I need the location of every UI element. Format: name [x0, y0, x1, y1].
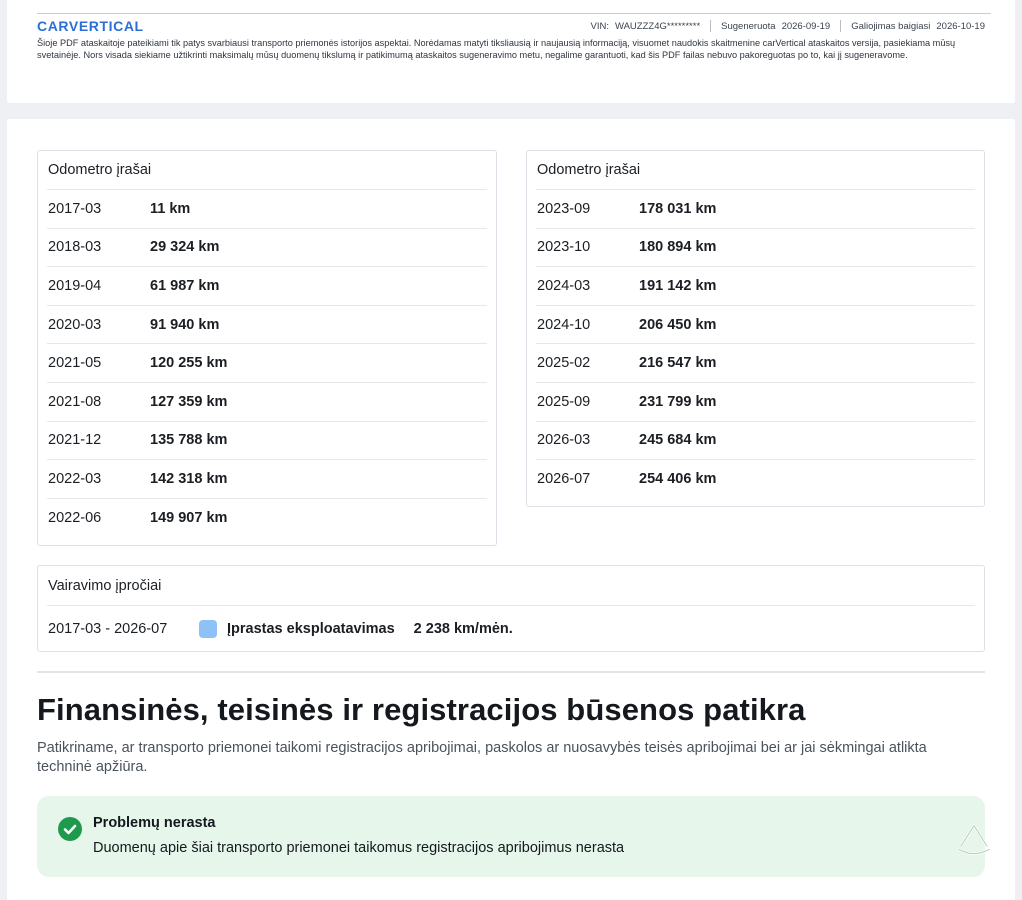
odometer-km: 178 031 km — [639, 200, 717, 217]
odometer-km: 29 324 km — [150, 239, 220, 256]
odometer-row: 2021-05 120 255 km — [47, 343, 487, 382]
report-header: CARVERTICAL VIN: WAUZZZ4G********* Sugen… — [7, 0, 1015, 103]
expires-label: Galiojimas baigiasi — [851, 20, 931, 32]
odometer-km: 206 450 km — [639, 316, 717, 333]
odometer-km: 142 318 km — [150, 470, 228, 487]
odometer-date: 2020-03 — [48, 316, 102, 333]
odometer-records-right: Odometro įrašai 2023-09 178 031 km 2023-10… — [526, 150, 985, 507]
odometer-date: 2026-03 — [537, 432, 591, 449]
odometer-date: 2021-12 — [48, 432, 102, 449]
odometer-row: 2021-08 127 359 km — [47, 381, 487, 421]
odometer-title: Odometro įrašai — [537, 162, 641, 178]
odometer-row: 2026-07 254 406 km — [536, 459, 975, 498]
odometer-date: 2019-04 — [48, 277, 102, 294]
odometer-km: 149 907 km — [150, 509, 228, 526]
odometer-row: 2019-04 61 987 km — [47, 266, 487, 305]
carvertical-logo[interactable]: CARVERTICAL — [37, 18, 144, 34]
odometer-km: 11 km — [150, 200, 191, 217]
usage-color-swatch — [199, 620, 217, 638]
generated-label: Sugeneruota — [721, 20, 776, 32]
odometer-date: 2018-03 — [48, 239, 102, 256]
odometer-date: 2022-06 — [48, 509, 102, 526]
odometer-date: 2026-07 — [537, 470, 591, 487]
odometer-date: 2017-03 — [48, 200, 102, 217]
report-meta: VIN: WAUZZZ4G********* Sugeneruota 2026-… — [590, 20, 985, 32]
section-title: Finansinės, teisinės ir registracijos bū… — [37, 692, 806, 727]
status-title: Problemų nerasta — [93, 815, 216, 831]
status-banner: Problemų nerasta Duomenų apie šiai trans… — [37, 796, 991, 877]
odometer-km: 191 142 km — [639, 277, 717, 294]
odometer-date: 2024-10 — [537, 316, 591, 333]
habits-date-range: 2017-03 - 2026-07 — [48, 621, 168, 637]
odometer-row: 2025-02 216 547 km — [536, 343, 975, 382]
driving-habits-row: 2017-03 - 2026-07 Įprastas eksploatavima… — [47, 605, 975, 652]
odometer-km: 245 684 km — [639, 432, 717, 449]
driving-habits: Vairavimo įpročiai 2017-03 - 2026-07 Įpr… — [37, 565, 985, 652]
odometer-row: 2018-03 29 324 km — [47, 227, 487, 267]
meta-separator — [840, 20, 842, 32]
generated-value: 2026-09-19 — [781, 20, 831, 32]
odometer-row: 2022-03 142 318 km — [47, 459, 487, 498]
odometer-date: 2023-09 — [537, 200, 591, 217]
odometer-row: 2023-09 178 031 km — [536, 189, 975, 228]
odometer-row: 2017-03 11 km — [47, 189, 487, 228]
header-divider — [37, 13, 991, 14]
section-divider — [37, 671, 985, 673]
odometer-date: 2024-03 — [537, 277, 591, 294]
odometer-row: 2026-03 245 684 km — [536, 420, 975, 460]
odometer-date: 2021-05 — [48, 355, 102, 372]
odometer-date: 2025-09 — [537, 393, 591, 410]
odometer-km: 120 255 km — [150, 355, 228, 372]
odometer-date: 2022-03 — [48, 470, 102, 487]
driving-habits-title: Vairavimo įpročiai — [48, 578, 162, 594]
status-text: Duomenų apie šiai transporto priemonei t… — [93, 840, 625, 856]
odometer-date: 2023-10 — [537, 239, 591, 256]
odometer-km: 91 940 km — [150, 316, 220, 333]
odometer-km: 231 799 km — [639, 393, 717, 410]
odometer-row: 2023-10 180 894 km — [536, 227, 975, 267]
vin-value: WAUZZZ4G********* — [614, 20, 701, 32]
meta-separator — [710, 20, 712, 32]
odometer-row: 2020-03 91 940 km — [47, 304, 487, 344]
odometer-km: 180 894 km — [639, 239, 717, 256]
usage-type: Įprastas eksploatavimas — [227, 621, 395, 637]
odometer-km: 254 406 km — [639, 470, 717, 487]
odometer-row: 2021-12 135 788 km — [47, 420, 487, 460]
odometer-km: 135 788 km — [150, 432, 228, 449]
odometer-title: Odometro įrašai — [48, 162, 152, 178]
pdf-disclaimer: Šioje PDF ataskaitoje pateikiami tik pat… — [37, 38, 956, 60]
odometer-records-left: Odometro įrašai 2017-03 11 km 2018-03 29 32… — [37, 150, 497, 546]
watermark-logo-icon — [957, 824, 991, 855]
odometer-date: 2021-08 — [48, 393, 102, 410]
section-description: Patikriname, ar transporto priemonei tai… — [37, 740, 927, 775]
odometer-km: 216 547 km — [639, 355, 717, 372]
odometer-row: 2024-10 206 450 km — [536, 304, 975, 344]
odometer-row: 2022-06 149 907 km — [47, 497, 487, 537]
odometer-km: 127 359 km — [150, 393, 228, 410]
check-circle-icon — [58, 817, 82, 841]
monthly-mileage: 2 238 km/mėn. — [413, 621, 513, 637]
odometer-km: 61 987 km — [150, 277, 220, 294]
odometer-row: 2025-09 231 799 km — [536, 381, 975, 421]
odometer-row: 2024-03 191 142 km — [536, 266, 975, 305]
vin-label: VIN: — [590, 20, 609, 32]
expires-value: 2026-10-19 — [936, 20, 985, 32]
odometer-date: 2025-02 — [537, 355, 591, 372]
report-body: Odometro įrašai 2017-03 11 km 2018-03 29 32… — [7, 119, 1015, 900]
